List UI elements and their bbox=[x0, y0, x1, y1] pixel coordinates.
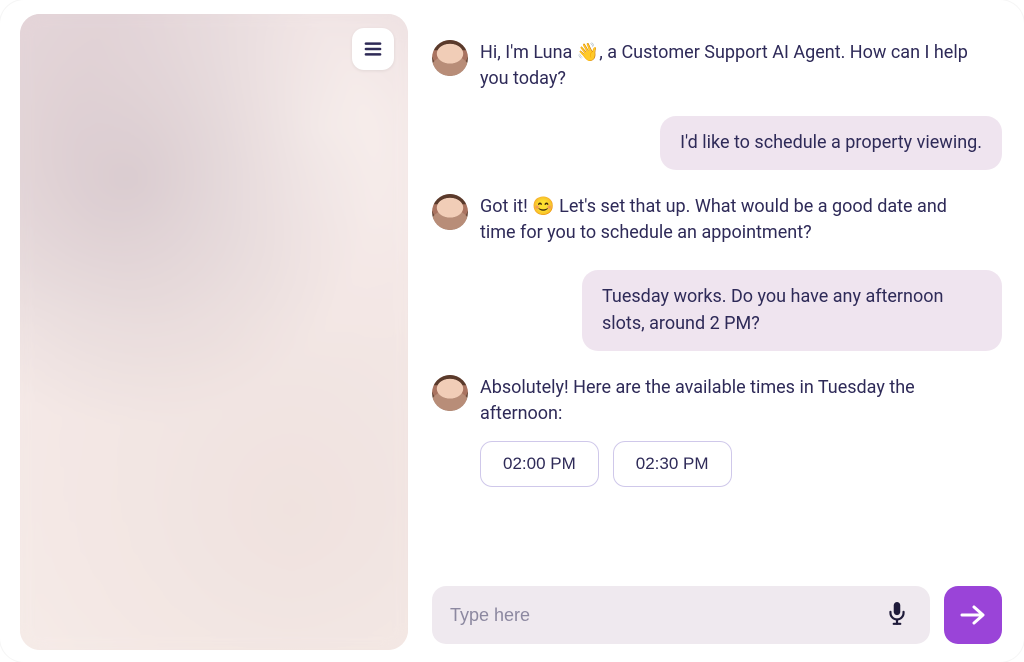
time-slot-list: 02:00 PM 02:30 PM bbox=[480, 441, 980, 487]
send-button[interactable] bbox=[944, 586, 1002, 644]
smile-emoji: 😊 bbox=[532, 194, 554, 220]
message-row: Tuesday works. Do you have any afternoon… bbox=[432, 270, 1002, 350]
time-slot-button[interactable]: 02:00 PM bbox=[480, 441, 599, 487]
message-row: Got it! 😊 Let's set that up. What would … bbox=[432, 194, 1002, 246]
message-list: Hi, I'm Luna 👋, a Customer Support AI Ag… bbox=[432, 40, 1002, 570]
app-window: Hi, I'm Luna 👋, a Customer Support AI Ag… bbox=[0, 0, 1024, 662]
microphone-button[interactable] bbox=[882, 596, 912, 635]
text-span: Got it! bbox=[480, 196, 532, 217]
agent-message-text: Absolutely! Here are the available times… bbox=[480, 375, 980, 427]
arrow-right-icon bbox=[960, 604, 986, 626]
user-message-bubble: Tuesday works. Do you have any afternoon… bbox=[582, 270, 1002, 350]
text-span: Hi, I'm Luna bbox=[480, 42, 577, 63]
agent-avatar bbox=[432, 375, 468, 411]
agent-message-text: Hi, I'm Luna 👋, a Customer Support AI Ag… bbox=[480, 40, 980, 92]
composer bbox=[432, 586, 1002, 644]
user-message-bubble: I'd like to schedule a property viewing. bbox=[660, 116, 1002, 170]
message-row: I'd like to schedule a property viewing. bbox=[432, 116, 1002, 170]
input-container bbox=[432, 586, 930, 644]
agent-avatar bbox=[432, 194, 468, 230]
menu-button[interactable] bbox=[352, 28, 394, 70]
microphone-icon bbox=[888, 602, 906, 626]
chat-panel: Hi, I'm Luna 👋, a Customer Support AI Ag… bbox=[408, 0, 1024, 662]
message-row: Hi, I'm Luna 👋, a Customer Support AI Ag… bbox=[432, 40, 1002, 92]
agent-message-block: Absolutely! Here are the available times… bbox=[480, 375, 980, 487]
agent-message-text: Got it! 😊 Let's set that up. What would … bbox=[480, 194, 980, 246]
message-input[interactable] bbox=[450, 605, 882, 626]
message-row: Absolutely! Here are the available times… bbox=[432, 375, 1002, 487]
agent-avatar bbox=[432, 40, 468, 76]
left-image-panel bbox=[20, 14, 408, 650]
hamburger-icon bbox=[363, 41, 383, 57]
time-slot-button[interactable]: 02:30 PM bbox=[613, 441, 732, 487]
wave-emoji: 👋 bbox=[577, 40, 599, 66]
